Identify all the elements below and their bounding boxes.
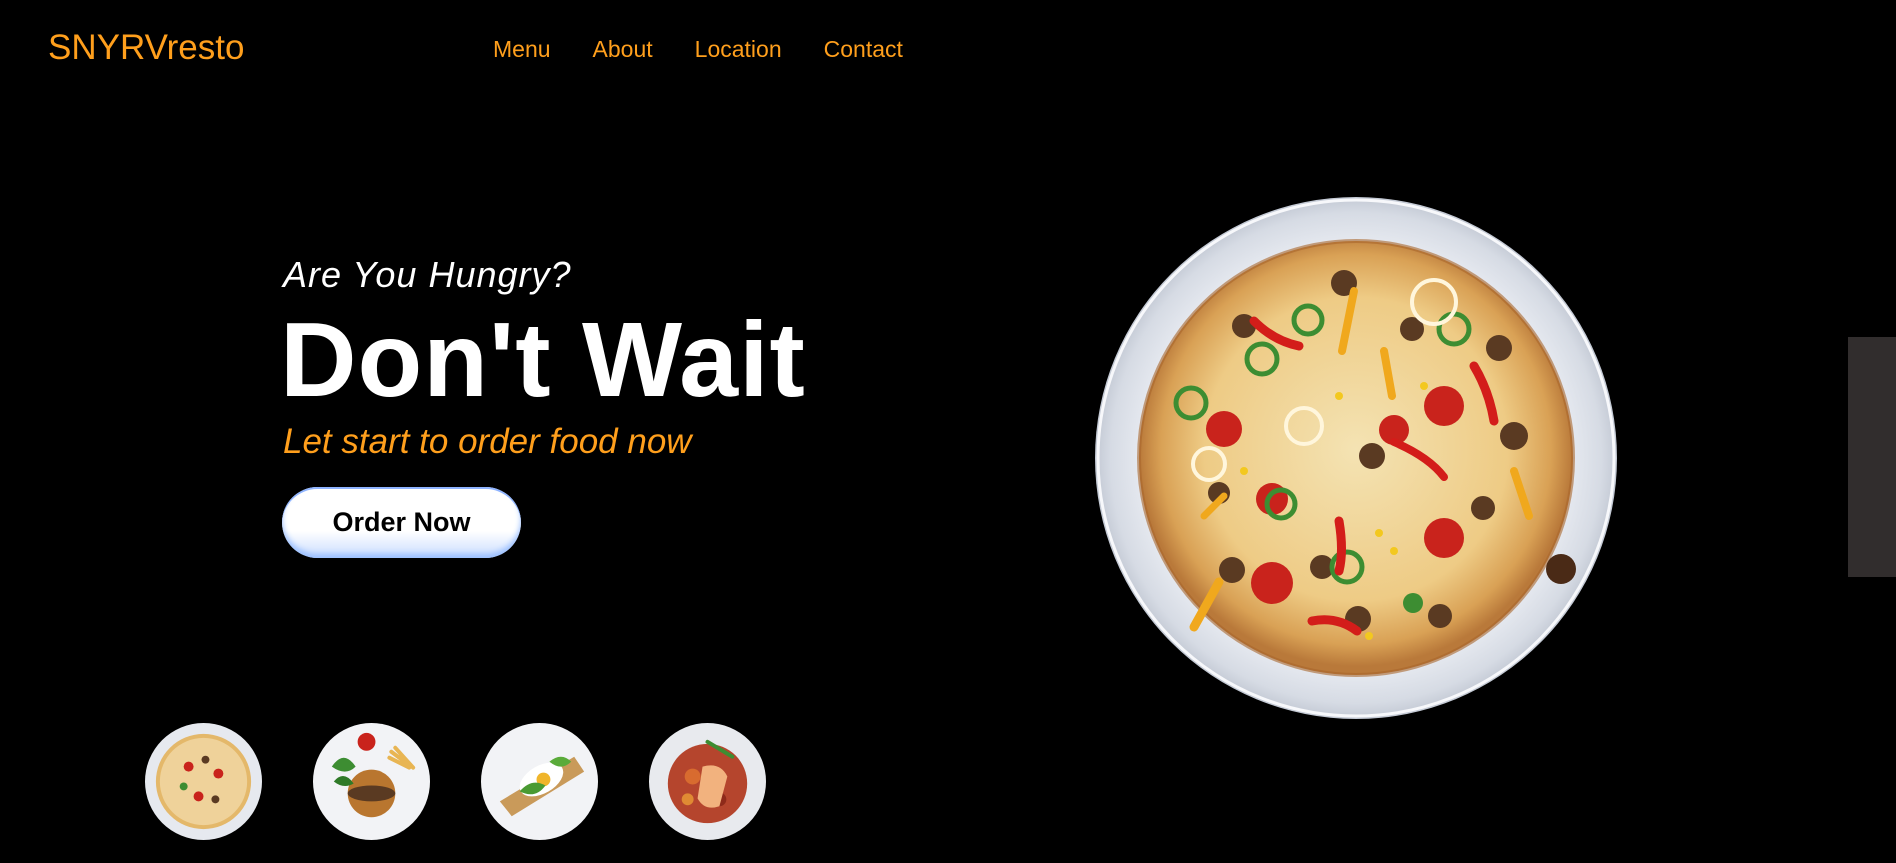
side-scroll-tab[interactable] — [1848, 337, 1896, 577]
salmon-salad-thumbnail[interactable] — [648, 722, 767, 841]
hero-kicker: Are You Hungry? — [283, 254, 572, 295]
landing-page: SNYRVresto Menu About Location Contact A… — [0, 0, 1896, 863]
main-nav: Menu About Location Contact — [493, 36, 903, 62]
nav-contact[interactable]: Contact — [824, 36, 903, 62]
hero-subtitle: Let start to order food now — [283, 422, 692, 461]
nav-location[interactable]: Location — [695, 36, 782, 62]
nav-about[interactable]: About — [593, 36, 653, 62]
hero-title: Don't Wait — [280, 301, 806, 419]
pizza-plate-image — [1095, 197, 1617, 719]
food-thumbnails — [144, 722, 767, 841]
site-logo[interactable]: SNYRVresto — [48, 28, 244, 68]
order-now-button[interactable]: Order Now — [282, 487, 521, 558]
nav-menu[interactable]: Menu — [493, 36, 551, 62]
burger-thumbnail[interactable] — [312, 722, 431, 841]
toast-thumbnail[interactable] — [480, 722, 599, 841]
pizza-thumbnail[interactable] — [144, 722, 263, 841]
